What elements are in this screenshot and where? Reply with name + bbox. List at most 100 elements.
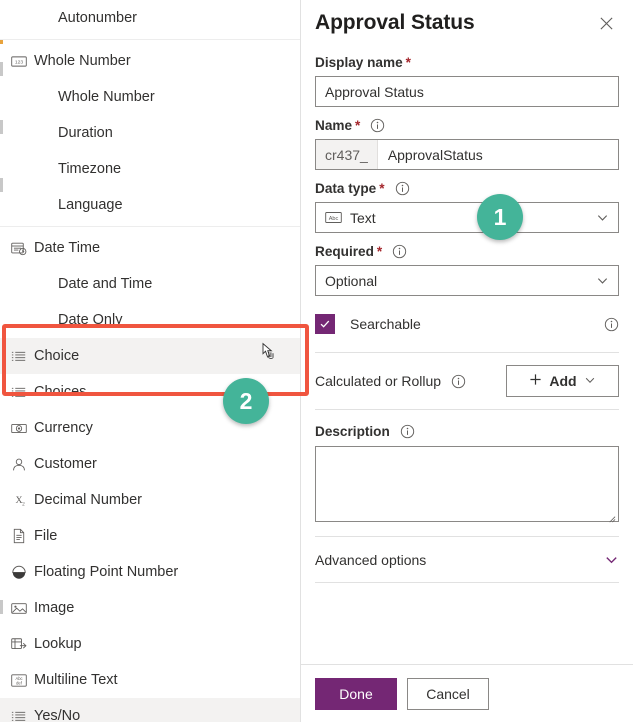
searchable-row: Searchable [315,313,619,335]
callout-badge-1-number: 1 [493,203,507,230]
list-item-icon-placeholder [34,196,52,214]
schema-name-value: ApprovalStatus [387,146,483,163]
list-item[interactable]: Choice [0,338,300,374]
data-type-dropdown[interactable]: Abc Text [315,202,619,233]
list-item-icon-placeholder [34,160,52,178]
display-name-required-mark: * [405,54,411,70]
required-required-mark: * [376,243,383,259]
info-icon[interactable] [604,317,619,332]
info-icon[interactable] [370,118,385,133]
svg-text:Abc: Abc [329,216,339,222]
data-type-label-text: Data type [315,180,377,196]
list-item-label: Image [34,599,75,616]
info-icon[interactable] [451,374,466,389]
list-item[interactable]: Floating Point Number [0,554,300,590]
list-divider [0,226,300,227]
close-icon[interactable] [593,10,619,36]
list-item[interactable]: Date Only [0,302,300,338]
searchable-checkbox[interactable] [315,314,335,334]
list-item[interactable]: File [0,518,300,554]
list-item-icon-placeholder [34,9,52,27]
required-value: Optional [325,272,378,289]
display-name-input[interactable]: Approval Status [315,76,619,107]
list-item-icon-placeholder [34,88,52,106]
screenshot-root: Autonumber 123 Whole Number Whole Number Dur… [0,0,633,722]
divider [315,582,619,583]
list-item[interactable]: Yes/No [0,698,300,722]
calculated-or-rollup-row: Calculated or Rollup Add [315,353,619,409]
svg-text:2: 2 [22,501,25,507]
display-name-label-text: Display name [315,54,403,70]
whole-number-icon: 123 [10,52,28,70]
list-item[interactable]: Customer [0,446,300,482]
display-name-label: Display name * [315,53,619,71]
schema-name-input[interactable]: cr437_ ApprovalStatus [315,139,619,170]
description-label-text: Description [315,424,390,439]
list-item-label: Choices [34,383,87,400]
list-item[interactable]: Timezone [0,151,300,187]
yesno-icon [10,707,28,722]
required-field: Required * Optional [315,242,619,296]
calculated-or-rollup-label: Calculated or Rollup [315,373,506,389]
panel-header: Approval Status [315,2,619,44]
add-button[interactable]: Add [506,365,619,397]
name-required-mark: * [355,117,361,133]
list-item[interactable]: Duration [0,115,300,151]
data-type-options: Autonumber 123 Whole Number Whole Number Dur… [0,0,300,722]
list-item[interactable]: X 2 Decimal Number [0,482,300,518]
description-textarea[interactable] [315,446,619,523]
file-icon [10,527,28,545]
cancel-button[interactable]: Cancel [407,677,489,710]
list-item-label: Floating Point Number [34,563,179,580]
required-label: Required * [315,242,619,260]
currency-icon [10,419,28,437]
advanced-options-toggle[interactable]: Advanced options [315,537,619,582]
required-dropdown[interactable]: Optional [315,265,619,296]
svg-text:def: def [16,680,23,685]
mouse-cursor-icon [258,341,278,363]
list-item-label: Lookup [34,635,82,652]
abc-icon: Abc [325,211,342,224]
list-item[interactable]: Date and Time [0,266,300,302]
date-time-icon [10,239,28,257]
info-icon[interactable] [400,424,415,439]
callout-badge-1: 1 [477,194,523,240]
data-type-required-mark: * [379,180,385,196]
list-item[interactable]: Date Time [0,230,300,266]
plus-icon [529,373,542,389]
list-item[interactable]: 123 Whole Number [0,43,300,79]
list-item-label: Customer [34,455,97,472]
panel-footer: Done Cancel [301,664,633,722]
info-icon[interactable] [395,181,410,196]
list-item[interactable]: Image [0,590,300,626]
list-item[interactable]: Whole Number [0,79,300,115]
list-item-label: Yes/No [34,707,81,722]
list-item[interactable]: Abc def Multiline Text [0,662,300,698]
list-item[interactable]: Language [0,187,300,223]
list-item-label: Decimal Number [34,491,142,508]
choices-icon [10,383,28,401]
list-item-label: Whole Number [58,88,155,105]
info-icon[interactable] [392,244,407,259]
list-item[interactable]: Lookup [0,626,300,662]
name-label-text: Name [315,117,353,133]
chevron-down-icon [596,211,609,224]
add-button-label: Add [549,373,577,389]
floating-point-icon [10,563,28,581]
data-type-value: Text [350,209,376,226]
list-item-label: Autonumber [58,9,137,26]
done-button[interactable]: Done [315,677,397,710]
data-type-label: Data type * [315,179,619,197]
data-type-field: Data type * Abc Text [315,179,619,233]
customer-icon [10,455,28,473]
list-divider [0,39,300,40]
lookup-icon [10,635,28,653]
resize-grip-icon[interactable] [607,510,616,523]
list-item[interactable]: Autonumber [0,0,300,36]
display-name-value: Approval Status [325,83,424,100]
page-title: Approval Status [315,11,475,34]
list-item-label: Multiline Text [34,671,118,688]
name-field: Name * cr437_ ApprovalStatus [315,116,619,170]
chevron-down-icon [604,552,619,567]
searchable-label: Searchable [350,316,421,332]
